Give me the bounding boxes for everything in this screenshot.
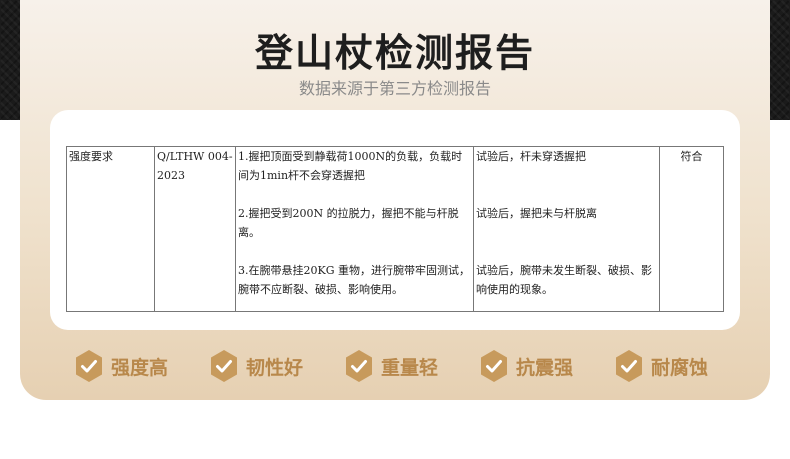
- test-method-2: 2.握把受到200N 的拉脱力，握把不能与杆脱离。: [238, 207, 459, 239]
- feature-corrosion-resistance: 耐腐蚀: [614, 346, 708, 386]
- check-hexagon-icon: [74, 349, 104, 383]
- feature-shock-resistance: 抗震强: [479, 346, 573, 386]
- test-result-3: 试验后，腕带未发生断裂、破损、影响使用的现象。: [476, 264, 652, 296]
- requirement-cell: 强度要求: [66, 146, 155, 312]
- feature-badges: 强度高 韧性好 重量轻 抗震强 耐腐蚀: [0, 346, 790, 386]
- feature-label: 重量轻: [381, 356, 439, 379]
- test-method-cell: 1.握把顶面受到静载荷1000N的负载，负载时间为1min杆不会穿透握把 2.握…: [235, 146, 474, 312]
- check-hexagon-icon: [209, 349, 239, 383]
- feature-label: 强度高: [111, 356, 169, 379]
- feature-toughness: 韧性好: [209, 346, 303, 386]
- test-method-1: 1.握把顶面受到静载荷1000N的负载，负载时间为1min杆不会穿透握把: [238, 150, 463, 182]
- check-hexagon-icon: [344, 349, 374, 383]
- feature-strength: 强度高: [74, 346, 168, 386]
- feature-label: 抗震强: [516, 356, 574, 379]
- standard-cell: Q/LTHW 004-2023: [154, 146, 236, 312]
- test-result-cell: 试验后，杆未穿透握把 试验后，握把未与杆脱离 试验后，腕带未发生断裂、破损、影响…: [473, 146, 660, 312]
- check-hexagon-icon: [614, 349, 644, 383]
- page-subtitle: 数据来源于第三方检测报告: [298, 79, 491, 98]
- test-result-1: 试验后，杆未穿透握把: [476, 150, 586, 163]
- test-method-3: 3.在腕带悬挂20KG 重物，进行腕带牢固测试，腕带不应断裂、破损、影响使用。: [238, 264, 470, 296]
- verdict-cell: 符合: [659, 146, 724, 312]
- feature-label: 韧性好: [246, 356, 304, 379]
- test-result-2: 试验后，握把未与杆脱离: [476, 207, 597, 220]
- table-row: 强度要求 Q/LTHW 004-2023 1.握把顶面受到静载荷1000N的负载…: [66, 146, 724, 312]
- test-report-table: 强度要求 Q/LTHW 004-2023 1.握把顶面受到静载荷1000N的负载…: [66, 146, 724, 312]
- feature-label: 耐腐蚀: [651, 356, 709, 379]
- check-hexagon-icon: [479, 349, 509, 383]
- feature-light-weight: 重量轻: [344, 346, 438, 386]
- page-title: 登山杖检测报告: [254, 31, 535, 75]
